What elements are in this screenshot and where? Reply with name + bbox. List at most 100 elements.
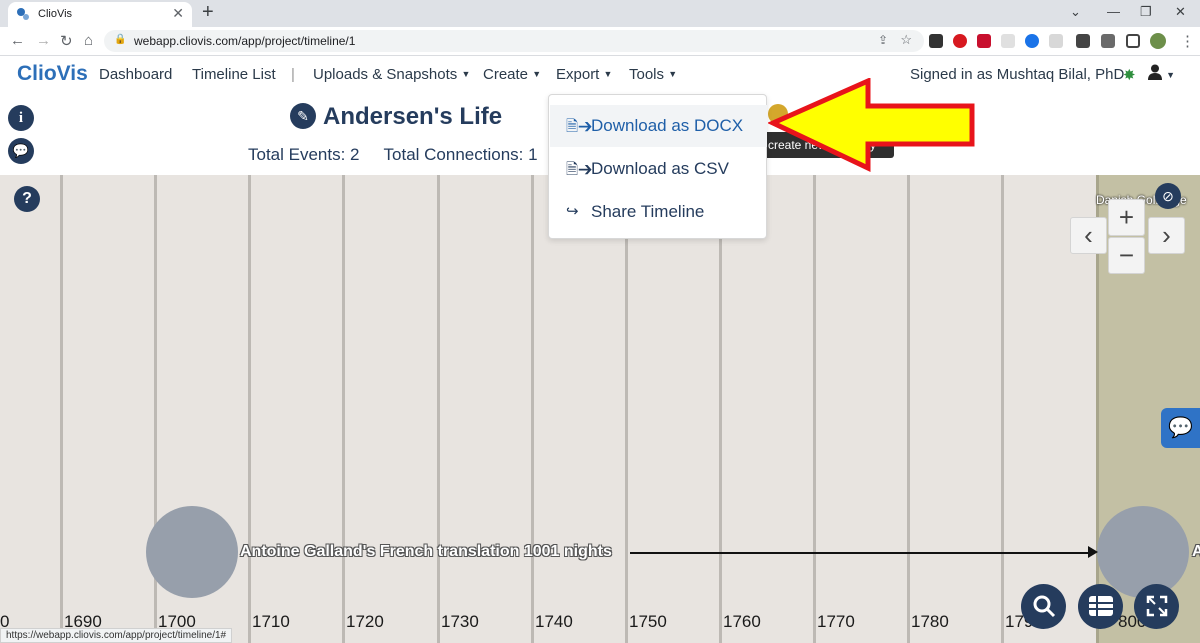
year-gridline (907, 175, 910, 643)
nav-tools[interactable]: Tools ▼ (629, 66, 677, 83)
caret-down-icon: ▼ (603, 69, 613, 79)
year-gridline (719, 175, 722, 643)
total-connections: Total Connections: 1 (383, 145, 538, 164)
extension-opera-icon[interactable] (953, 34, 967, 48)
new-tab-button[interactable]: + (202, 1, 214, 24)
year-gridline (437, 175, 440, 643)
year-gridline (813, 175, 816, 643)
share-page-icon[interactable]: ⇪ (878, 33, 888, 47)
expand-icon (1146, 595, 1167, 617)
connection-arrowhead (1088, 546, 1098, 558)
forward-icon[interactable]: → (36, 32, 51, 49)
nav-export-label: Export (556, 66, 600, 83)
year-gridline (60, 175, 63, 643)
eye-slash-icon[interactable]: ⊘ (1155, 183, 1181, 209)
search-button[interactable] (1021, 584, 1066, 629)
extension-doc-icon[interactable] (1001, 34, 1015, 48)
nav-uploads-snapshots[interactable]: Uploads & Snapshots ▼ (313, 66, 470, 83)
profile-avatar[interactable] (1150, 33, 1166, 49)
cliovis-favicon-icon (17, 8, 29, 20)
nav-export[interactable]: Export ▼ (556, 66, 612, 83)
file-export-icon: 🗎➔ (566, 161, 593, 178)
connection-line[interactable] (630, 552, 1092, 554)
browser-tab[interactable]: ClioVis ✕ (8, 2, 192, 27)
year-gridline (248, 175, 251, 643)
year-tick: 1780 (911, 612, 949, 631)
menu-item-download-docx[interactable]: 🗎➔ Download as DOCX (550, 105, 767, 147)
file-export-icon: 🗎➔ (566, 118, 593, 135)
extensions-puzzle-icon[interactable] (1101, 34, 1115, 48)
back-icon[interactable]: ← (10, 32, 25, 49)
verified-badge-icon: ✸ (1123, 67, 1136, 84)
year-tick: 1710 (252, 612, 290, 631)
year-gridline (625, 175, 628, 643)
caret-down-icon: ▼ (532, 69, 542, 79)
browser-menu-icon[interactable]: ⋮ (1180, 32, 1195, 50)
maximize-icon[interactable]: ❐ (1140, 4, 1152, 20)
chat-support-icon[interactable]: 💬 (1161, 408, 1200, 448)
menu-item-label: Download as CSV (591, 159, 729, 178)
caret-down-icon: ▼ (668, 69, 678, 79)
comment-icon[interactable]: 💬 (8, 138, 34, 164)
chevron-right-icon: › (1162, 220, 1171, 250)
minus-icon: − (1118, 240, 1135, 270)
total-events: Total Events: 2 (248, 145, 360, 164)
year-tick: 1770 (817, 612, 855, 631)
pan-right-button[interactable]: › (1148, 217, 1185, 254)
nav-separator: | (291, 66, 295, 83)
nav-timeline-list[interactable]: Timeline List (192, 66, 276, 83)
help-icon[interactable]: ? (14, 186, 40, 212)
extension-bolt-icon[interactable] (929, 34, 943, 48)
info-icon[interactable]: i (8, 105, 34, 131)
extension-adblock-icon[interactable] (977, 34, 991, 48)
search-icon (1033, 595, 1055, 618)
user-icon (1148, 64, 1162, 80)
year-gridline (342, 175, 345, 643)
year-tick: 1750 (629, 612, 667, 631)
reload-icon[interactable]: ↻ (60, 32, 73, 50)
app-navbar: ClioVis Dashboard Timeline List | Upload… (0, 57, 1200, 92)
nav-dashboard[interactable]: Dashboard (99, 66, 172, 83)
event-label[interactable]: Antoine Galland's French translation 100… (240, 543, 612, 561)
fullscreen-button[interactable] (1134, 584, 1179, 629)
zoom-in-button[interactable]: + (1108, 199, 1145, 236)
brand-logo[interactable]: ClioVis (17, 62, 88, 86)
zoom-out-button[interactable]: − (1108, 237, 1145, 274)
year-tick: 1740 (535, 612, 573, 631)
minimize-icon[interactable]: — (1107, 4, 1120, 19)
year-gridline (1001, 175, 1004, 643)
home-icon[interactable]: ⌂ (84, 32, 93, 49)
list-view-button[interactable] (1078, 584, 1123, 629)
event-label[interactable]: A (1192, 543, 1200, 561)
timeline-title: Andersen's Life (323, 103, 503, 130)
edit-pencil-icon[interactable]: ✎ (290, 103, 316, 129)
year-tick: 1730 (441, 612, 479, 631)
timeline-stats: Total Events: 2 Total Connections: 1 (248, 145, 562, 165)
extension-page-icon[interactable] (1049, 34, 1063, 48)
browser-tab-bar: ClioVis ✕ + ⌄ — ❐ ✕ (0, 0, 1200, 27)
nav-tools-label: Tools (629, 66, 665, 83)
export-dropdown-menu: 🗎➔ Download as DOCX 🗎➔ Download as CSV ↪… (548, 94, 767, 239)
extension-download-icon[interactable] (1076, 34, 1090, 48)
share-icon: ↪ (566, 203, 579, 220)
nav-create[interactable]: Create ▼ (483, 66, 541, 83)
plus-icon: + (1118, 202, 1135, 232)
close-tab-icon[interactable]: ✕ (172, 5, 184, 22)
event-node[interactable] (1097, 506, 1189, 598)
tab-search-icon[interactable]: ⌄ (1070, 4, 1081, 20)
browser-toolbar: ← → ↻ ⌂ 🔒 webapp.cliovis.com/app/project… (0, 27, 1200, 56)
sidepanel-icon[interactable] (1126, 34, 1140, 48)
caret-down-icon: ▼ (461, 69, 471, 79)
close-window-icon[interactable]: ✕ (1175, 4, 1186, 20)
address-bar[interactable]: 🔒 webapp.cliovis.com/app/project/timelin… (104, 30, 924, 52)
event-node[interactable] (146, 506, 238, 598)
menu-item-download-csv[interactable]: 🗎➔ Download as CSV (550, 148, 767, 190)
menu-item-label: Share Timeline (591, 202, 705, 221)
menu-item-share-timeline[interactable]: ↪ Share Timeline (550, 191, 767, 233)
pan-left-button[interactable]: ‹ (1070, 217, 1107, 254)
user-menu[interactable]: ▼ (1148, 64, 1175, 84)
year-tick: 1760 (723, 612, 761, 631)
extension-grammar-icon[interactable] (1025, 34, 1039, 48)
bookmark-star-icon[interactable]: ☆ (900, 32, 912, 48)
timeline-canvas[interactable]: 0 1690 1700 1710 1720 1730 1740 1750 176… (0, 175, 1200, 643)
